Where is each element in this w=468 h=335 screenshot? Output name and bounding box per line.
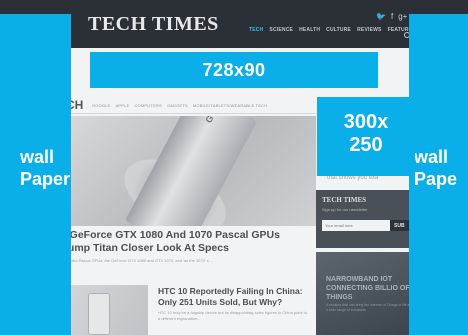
newsletter-email-input[interactable] — [322, 220, 390, 231]
newsletter-text: Sign up for our newsletter — [322, 207, 368, 212]
subnav-item-mobile[interactable]: MOBILE/TABLETS/WEARABLE TECH — [193, 103, 268, 108]
nav-item-reviews[interactable]: REVIEWS — [357, 27, 381, 33]
nav-item-science[interactable]: SCIENCE — [269, 27, 293, 33]
wallpaper-right-line1: wall — [414, 147, 449, 167]
story-thumbnail[interactable] — [58, 285, 148, 335]
section-subnav: GOOGLE APPLE COMPUTERS GADGETS MOBILE/TA… — [92, 103, 267, 108]
nav-item-health[interactable]: HEALTH — [299, 27, 320, 33]
site-logo[interactable]: TECH TIMES — [88, 13, 219, 36]
main-nav: TECH SCIENCE HEALTH CULTURE REVIEWS FEAT… — [249, 27, 425, 33]
sidebar-ad-title: NARROWBAND IOT CONNECTING BILLIO OF THIN… — [326, 276, 410, 301]
nav-item-tech[interactable]: TECH — [249, 27, 263, 33]
newsletter-logo: TECH TIMES — [322, 196, 367, 204]
wallpaper-ad-left[interactable]: wall Paper — [0, 14, 71, 335]
hero-headline[interactable]: ia GeForce GTX 1080 And 1070 Pascal GPUs… — [58, 229, 303, 255]
newsletter-box: TECH TIMES Sign up for our newsletter SU… — [316, 190, 415, 248]
mrec-ad-line1: 300x — [343, 111, 389, 133]
leaderboard-ad[interactable]: 728x90 — [90, 52, 378, 88]
sidebar-ad[interactable]: NARROWBAND IOT CONNECTING BILLIO OF THIN… — [316, 252, 415, 335]
wallpaper-ad-right[interactable]: wall Pape — [409, 14, 468, 335]
hero-image[interactable]: GTX 1080 — [58, 116, 316, 226]
subnav-item-google[interactable]: GOOGLE — [92, 103, 111, 108]
subnav-item-gadgets[interactable]: GADGETS — [167, 103, 188, 108]
twitter-icon[interactable]: 🐦 — [376, 12, 386, 21]
subnav-item-apple[interactable]: APPLE — [116, 103, 130, 108]
mrec-ad[interactable]: 300x 250 — [317, 97, 415, 176]
phone-image — [88, 293, 110, 335]
wallpaper-right-label: wall Pape — [414, 147, 457, 190]
sidebar-ad-body: A solution that can bring the Internet o… — [326, 303, 411, 313]
subnav-item-computers[interactable]: COMPUTERS — [134, 103, 161, 108]
wallpaper-left-label: wall Paper — [20, 147, 70, 190]
wallpaper-left-line1: wall — [20, 147, 55, 167]
wallpaper-right-line2: Pape — [414, 168, 458, 189]
hero-excerpt: le powerful Pascal GPUs: the GeForce GTX… — [58, 258, 214, 263]
wallpaper-left-line2: Paper — [20, 168, 71, 189]
story-headline[interactable]: HTC 10 Reportedly Failing In China: Only… — [158, 286, 308, 308]
facebook-icon[interactable]: f — [391, 12, 393, 21]
nav-item-culture[interactable]: CULTURE — [326, 27, 351, 33]
mrec-ad-line2: 250 — [349, 134, 383, 156]
section-header: CH GOOGLE APPLE COMPUTERS GADGETS MOBILE… — [58, 96, 316, 114]
google-plus-icon[interactable]: g+ — [398, 12, 407, 21]
story-excerpt: HTC 10 may be a flagship device but its … — [158, 310, 307, 321]
